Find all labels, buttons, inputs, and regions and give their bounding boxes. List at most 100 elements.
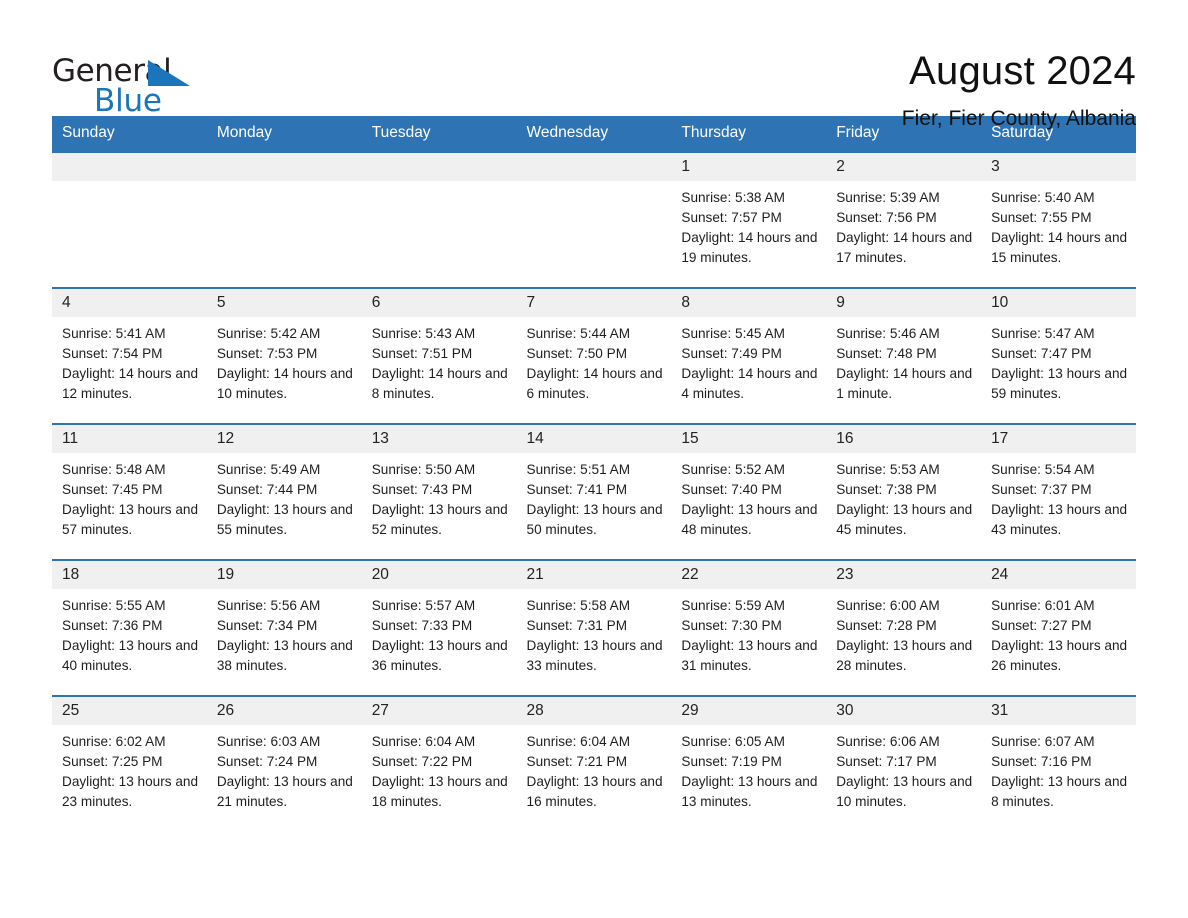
calendar-day-cell[interactable]: 22 Sunrise: 5:59 AM Sunset: 7:30 PM Dayligh… — [671, 558, 827, 696]
calendar-day-cell[interactable]: 6 Sunrise: 5:43 AM Sunset: 7:51 PM Daylight… — [361, 286, 517, 424]
day-number — [361, 152, 517, 182]
daylight-text: Daylight: 13 hours and 28 minutes. — [836, 638, 973, 674]
sunset-text: Sunset: 7:53 PM — [216, 346, 318, 362]
day-number: 25 — [52, 696, 207, 726]
sunrise-text: Sunrise: 6:05 AM — [681, 734, 785, 750]
sunset-text: Sunset: 7:48 PM — [836, 346, 937, 362]
daylight-text: Daylight: 13 hours and 52 minutes. — [371, 502, 508, 538]
day-number: 6 — [361, 288, 517, 318]
logo-word-blue: Blue — [94, 83, 162, 119]
day-number: 8 — [671, 288, 827, 318]
day-details: Sunrise: 5:55 AM Sunset: 7:36 PM Daylight:… — [52, 589, 207, 676]
calendar-day-cell[interactable]: 9 Sunrise: 5:46 AM Sunset: 7:48 PM Daylight… — [826, 286, 982, 424]
calendar-cell-empty — [516, 150, 672, 288]
calendar-day-cell[interactable]: 7 Sunrise: 5:44 AM Sunset: 7:50 PM Daylight… — [516, 286, 672, 424]
calendar-day-cell[interactable]: 17 Sunrise: 5:54 AM Sunset: 7:37 PM Dayligh… — [981, 422, 1136, 560]
day-number: 16 — [826, 424, 982, 454]
day-details: Sunrise: 6:02 AM Sunset: 7:25 PM Daylight:… — [52, 725, 207, 812]
daylight-text: Daylight: 14 hours and 8 minutes. — [371, 366, 508, 402]
sunset-text: Sunset: 7:30 PM — [681, 618, 782, 634]
calendar-day-cell[interactable]: 3 Sunrise: 5:40 AM Sunset: 7:55 PM Daylight… — [981, 150, 1136, 288]
day-number: 21 — [516, 560, 672, 590]
calendar-day-cell[interactable]: 30 Sunrise: 6:06 AM Sunset: 7:17 PM Dayligh… — [826, 694, 982, 831]
calendar-day-cell[interactable]: 4 Sunrise: 5:41 AM Sunset: 7:54 PM Daylight… — [52, 286, 207, 424]
sunrise-text: Sunrise: 6:07 AM — [991, 734, 1095, 750]
day-number: 27 — [361, 696, 517, 726]
calendar-day-cell[interactable]: 11 Sunrise: 5:48 AM Sunset: 7:45 PM Dayligh… — [52, 422, 207, 560]
sunset-text: Sunset: 7:49 PM — [681, 346, 782, 362]
daylight-text: Daylight: 14 hours and 4 minutes. — [681, 366, 818, 402]
day-number: 11 — [52, 424, 207, 454]
calendar-day-cell[interactable]: 18 Sunrise: 5:55 AM Sunset: 7:36 PM Dayligh… — [52, 558, 207, 696]
day-details: Sunrise: 5:56 AM Sunset: 7:34 PM Daylight:… — [207, 589, 362, 676]
calendar-day-cell[interactable]: 12 Sunrise: 5:49 AM Sunset: 7:44 PM Dayligh… — [206, 422, 362, 560]
day-number: 19 — [206, 560, 362, 590]
day-details: Sunrise: 6:04 AM Sunset: 7:22 PM Daylight:… — [362, 725, 517, 812]
day-number: 18 — [52, 560, 207, 590]
day-details: Sunrise: 5:57 AM Sunset: 7:33 PM Daylight:… — [362, 589, 517, 676]
calendar-day-cell[interactable]: 23 Sunrise: 6:00 AM Sunset: 7:28 PM Dayligh… — [826, 558, 982, 696]
calendar-day-cell[interactable]: 14 Sunrise: 5:51 AM Sunset: 7:41 PM Dayligh… — [516, 422, 672, 560]
calendar-day-cell[interactable]: 27 Sunrise: 6:04 AM Sunset: 7:22 PM Dayligh… — [361, 694, 517, 831]
calendar-week-row: 4 Sunrise: 5:41 AM Sunset: 7:54 PM Daylight… — [52, 286, 1136, 424]
sunrise-text: Sunrise: 5:41 AM — [62, 326, 166, 342]
sunrise-text: Sunrise: 5:43 AM — [371, 326, 476, 342]
sunrise-text: Sunrise: 5:40 AM — [991, 190, 1095, 206]
day-number: 9 — [826, 288, 982, 318]
calendar-day-cell[interactable]: 26 Sunrise: 6:03 AM Sunset: 7:24 PM Dayligh… — [206, 694, 362, 831]
calendar-cell-empty — [361, 150, 517, 288]
daylight-text: Daylight: 14 hours and 10 minutes. — [216, 366, 353, 402]
sunrise-text: Sunrise: 5:44 AM — [526, 326, 631, 342]
calendar-day-cell[interactable]: 8 Sunrise: 5:45 AM Sunset: 7:49 PM Daylight… — [671, 286, 827, 424]
calendar-week-row: 1 Sunrise: 5:38 AM Sunset: 7:57 PM Daylight… — [52, 150, 1136, 288]
day-number: 7 — [516, 288, 672, 318]
calendar-day-cell[interactable]: 28 Sunrise: 6:04 AM Sunset: 7:21 PM Dayligh… — [516, 694, 672, 831]
day-number: 17 — [981, 424, 1136, 454]
calendar-day-cell[interactable]: 5 Sunrise: 5:42 AM Sunset: 7:53 PM Daylight… — [206, 286, 362, 424]
calendar-day-cell[interactable]: 25 Sunrise: 6:02 AM Sunset: 7:25 PM Dayligh… — [52, 694, 207, 831]
calendar-day-cell[interactable]: 2 Sunrise: 5:39 AM Sunset: 7:56 PM Daylight… — [826, 150, 982, 288]
day-number: 22 — [671, 560, 827, 590]
calendar-day-cell[interactable]: 1 Sunrise: 5:38 AM Sunset: 7:57 PM Daylight… — [671, 150, 827, 288]
day-details: Sunrise: 6:07 AM Sunset: 7:16 PM Daylight:… — [981, 725, 1136, 812]
calendar-page: General Blue August 2024 Fier, Fier Coun… — [0, 0, 1188, 918]
calendar-day-cell[interactable]: 29 Sunrise: 6:05 AM Sunset: 7:19 PM Dayligh… — [671, 694, 827, 831]
calendar-day-cell[interactable]: 19 Sunrise: 5:56 AM Sunset: 7:34 PM Dayligh… — [206, 558, 362, 696]
day-number: 31 — [981, 696, 1136, 726]
sunrise-text: Sunrise: 6:03 AM — [216, 734, 321, 750]
sunrise-text: Sunrise: 5:52 AM — [681, 462, 785, 478]
daylight-text: Daylight: 13 hours and 10 minutes. — [836, 774, 973, 810]
sunrise-text: Sunrise: 5:45 AM — [681, 326, 785, 342]
calendar-day-cell[interactable]: 13 Sunrise: 5:50 AM Sunset: 7:43 PM Dayligh… — [361, 422, 517, 560]
day-number: 20 — [361, 560, 517, 590]
calendar-day-cell[interactable]: 24 Sunrise: 6:01 AM Sunset: 7:27 PM Dayligh… — [981, 558, 1136, 696]
sunrise-text: Sunrise: 6:06 AM — [836, 734, 940, 750]
daylight-text: Daylight: 13 hours and 38 minutes. — [216, 638, 353, 674]
daylight-text: Daylight: 13 hours and 26 minutes. — [991, 638, 1128, 674]
sunrise-text: Sunrise: 6:02 AM — [62, 734, 166, 750]
sunset-text: Sunset: 7:36 PM — [62, 618, 163, 634]
daylight-text: Daylight: 14 hours and 1 minute. — [836, 366, 973, 402]
sunrise-text: Sunrise: 5:38 AM — [681, 190, 785, 206]
sunset-text: Sunset: 7:27 PM — [991, 618, 1092, 634]
sunset-text: Sunset: 7:37 PM — [991, 482, 1092, 498]
sunrise-text: Sunrise: 6:04 AM — [526, 734, 631, 750]
calendar-body: 1 Sunrise: 5:38 AM Sunset: 7:57 PM Daylight… — [52, 150, 1136, 831]
day-details: Sunrise: 5:53 AM Sunset: 7:38 PM Daylight:… — [826, 453, 981, 540]
weekday-header-sunday: Sunday — [52, 116, 207, 152]
calendar-day-cell[interactable]: 20 Sunrise: 5:57 AM Sunset: 7:33 PM Dayligh… — [361, 558, 517, 696]
calendar-day-cell[interactable]: 16 Sunrise: 5:53 AM Sunset: 7:38 PM Dayligh… — [826, 422, 982, 560]
sunset-text: Sunset: 7:43 PM — [371, 482, 473, 498]
sunset-text: Sunset: 7:40 PM — [681, 482, 782, 498]
sunrise-text: Sunrise: 5:51 AM — [526, 462, 631, 478]
day-number: 26 — [206, 696, 362, 726]
calendar-day-cell[interactable]: 15 Sunrise: 5:52 AM Sunset: 7:40 PM Dayligh… — [671, 422, 827, 560]
general-blue-logo[interactable]: General Blue — [52, 48, 212, 118]
calendar-day-cell[interactable]: 10 Sunrise: 5:47 AM Sunset: 7:47 PM Dayligh… — [981, 286, 1136, 424]
calendar-day-cell[interactable]: 21 Sunrise: 5:58 AM Sunset: 7:31 PM Dayligh… — [516, 558, 672, 696]
daylight-text: Daylight: 13 hours and 33 minutes. — [526, 638, 663, 674]
calendar-day-cell[interactable]: 31 Sunrise: 6:07 AM Sunset: 7:16 PM Dayligh… — [981, 694, 1136, 831]
sunset-text: Sunset: 7:54 PM — [62, 346, 163, 362]
day-details: Sunrise: 5:52 AM Sunset: 7:40 PM Daylight:… — [671, 453, 826, 540]
sunset-text: Sunset: 7:38 PM — [836, 482, 937, 498]
